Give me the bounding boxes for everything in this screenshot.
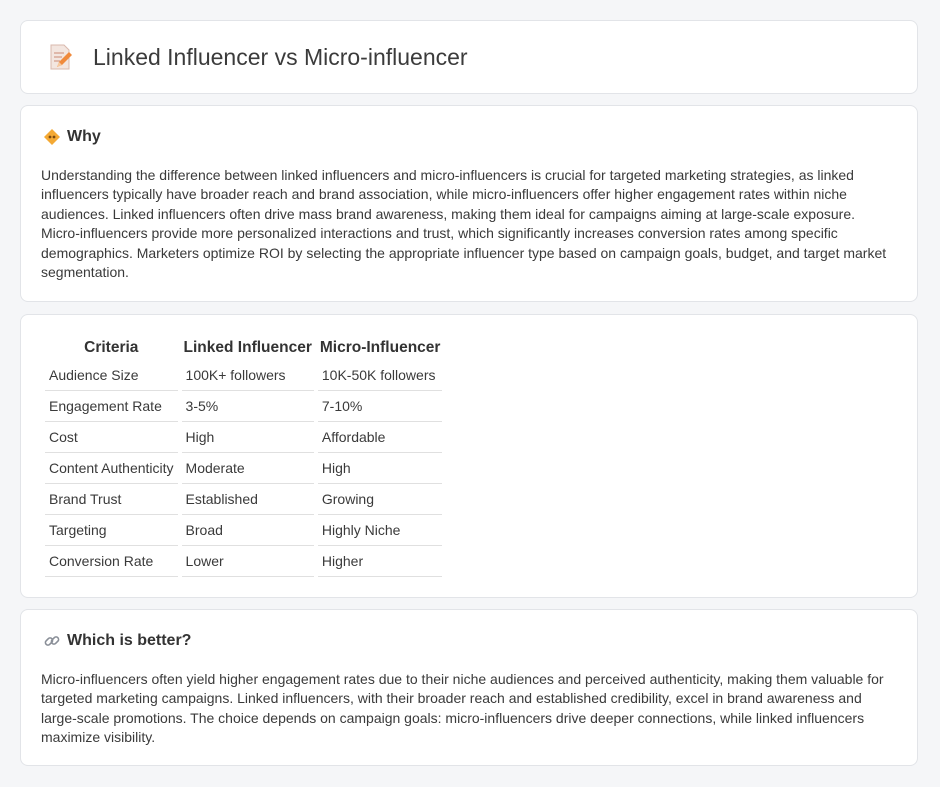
table-cell: Targeting — [45, 515, 178, 546]
table-row: Audience Size 100K+ followers 10K-50K fo… — [45, 360, 443, 391]
table-row: Targeting Broad Highly Niche — [45, 515, 443, 546]
table-row: Content Authenticity Moderate High — [45, 453, 443, 484]
why-text: Understanding the difference between lin… — [41, 167, 887, 281]
table-cell: Lower — [181, 546, 314, 577]
table-cell: Conversion Rate — [45, 546, 178, 577]
table-cell: Cost — [45, 422, 178, 453]
table-cell: Broad — [181, 515, 314, 546]
table-cell: 10K-50K followers — [317, 360, 443, 391]
table-cell: Moderate — [181, 453, 314, 484]
table-cell: Audience Size — [45, 360, 178, 391]
table-cell: 7-10% — [317, 391, 443, 422]
header-micro-influencer: Micro-Influencer — [319, 339, 441, 356]
diamond-icon — [44, 129, 60, 145]
table-cell: Established — [181, 484, 314, 515]
title-card: Linked Influencer vs Micro-influencer — [20, 20, 918, 94]
which-is-better-text: Micro-influencers often yield higher eng… — [41, 671, 884, 746]
table-row: Conversion Rate Lower Higher — [45, 546, 443, 577]
which-is-better-heading: Which is better? — [67, 632, 192, 649]
table-cell: High — [181, 422, 314, 453]
which-is-better-section: Which is better? Micro-influencers often… — [20, 609, 918, 766]
header-linked-influencer: Linked Influencer — [183, 339, 312, 356]
table-cell: Content Authenticity — [45, 453, 178, 484]
table-cell: 100K+ followers — [181, 360, 314, 391]
table-cell: High — [317, 453, 443, 484]
document-pencil-icon — [50, 44, 72, 70]
table-cell: Brand Trust — [45, 484, 178, 515]
header-criteria: Criteria — [84, 339, 139, 356]
why-heading: Why — [67, 128, 101, 145]
comparison-table: Criteria Linked Influencer Micro-Influen… — [41, 335, 446, 577]
table-cell: Growing — [317, 484, 443, 515]
link-icon — [44, 636, 60, 646]
table-cell: 3-5% — [181, 391, 314, 422]
table-header-row: Criteria Linked Influencer Micro-Influen… — [45, 335, 442, 360]
table-row: Engagement Rate 3-5% 7-10% — [45, 391, 443, 422]
table-cell: Affordable — [317, 422, 443, 453]
table-cell: Engagement Rate — [45, 391, 178, 422]
table-row: Cost High Affordable — [45, 422, 443, 453]
why-section: Why Understanding the difference between… — [20, 105, 918, 302]
page-title: Linked Influencer vs Micro-influencer — [93, 43, 468, 70]
table-cell: Higher — [317, 546, 443, 577]
comparison-card: Criteria Linked Influencer Micro-Influen… — [20, 314, 918, 598]
table-row: Brand Trust Established Growing — [45, 484, 443, 515]
table-cell: Highly Niche — [317, 515, 443, 546]
